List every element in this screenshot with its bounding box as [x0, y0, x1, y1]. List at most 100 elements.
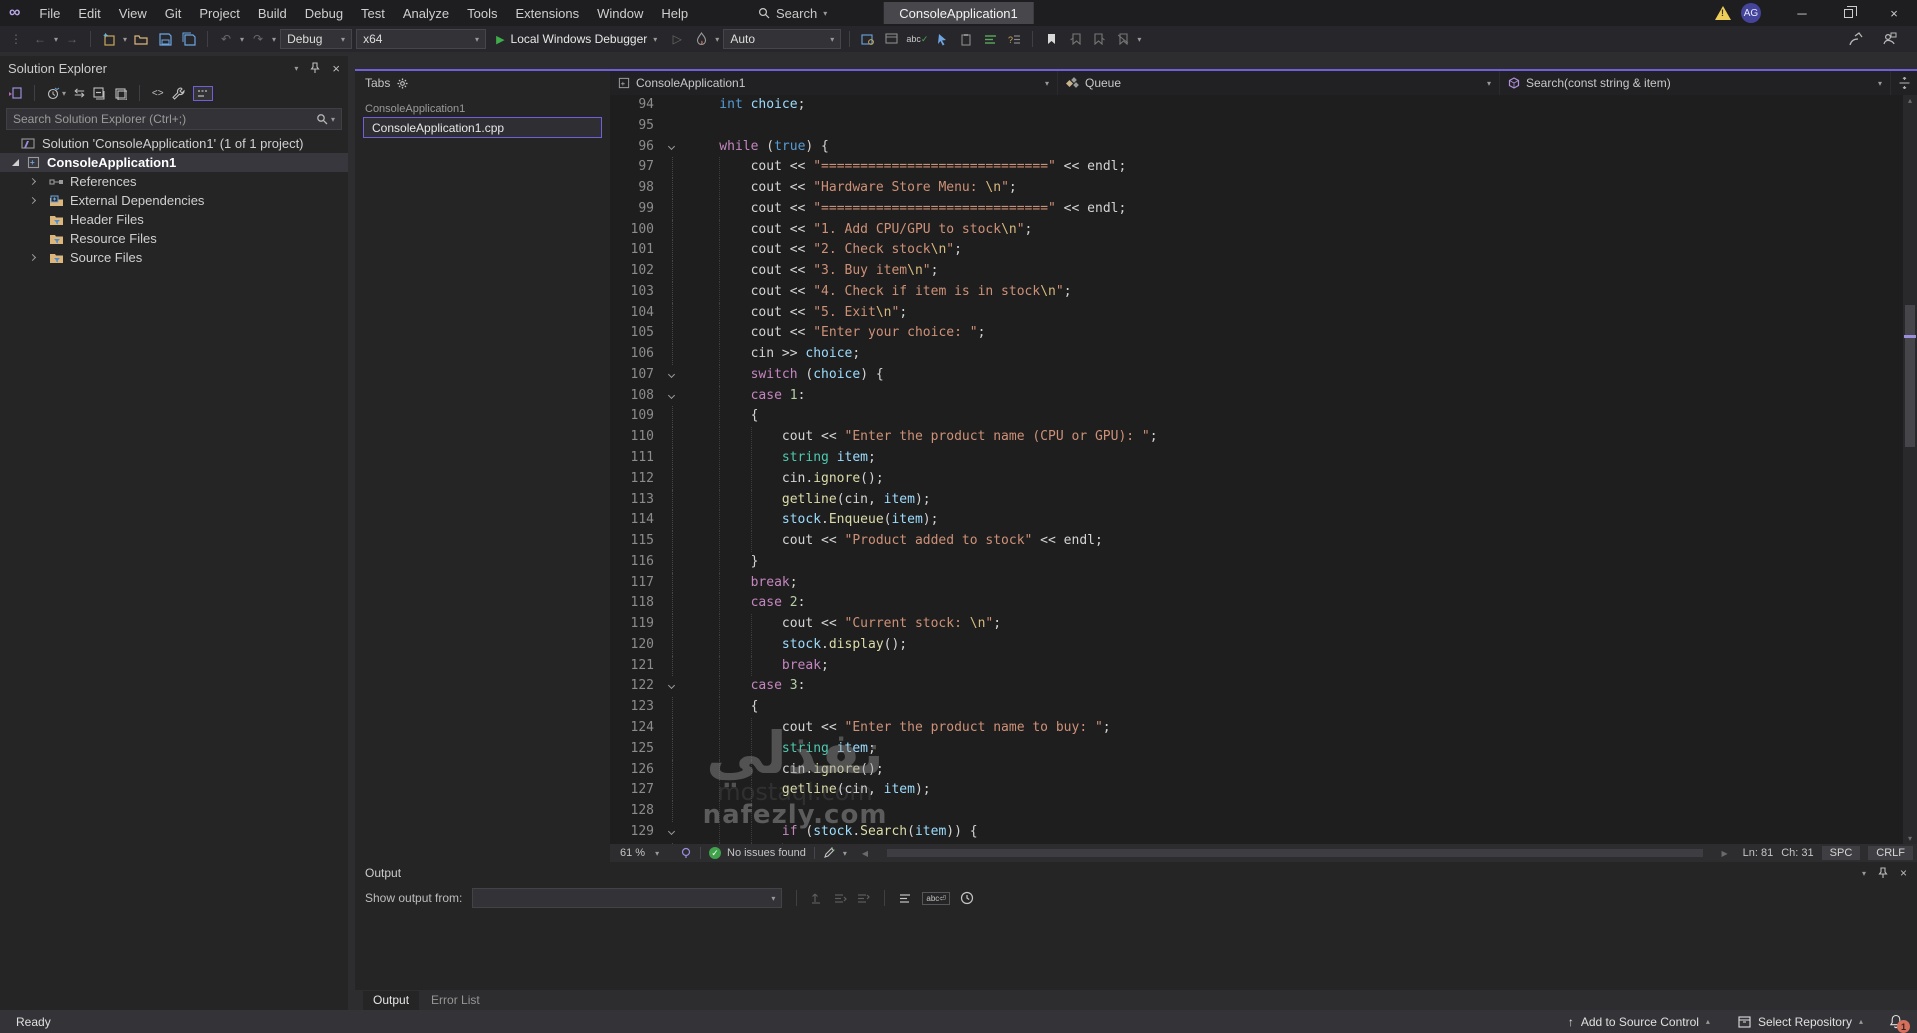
configuration-dropdown[interactable]: Debug ▾	[280, 29, 353, 49]
code-line-128[interactable]: 128	[610, 801, 1917, 822]
warning-icon[interactable]: !	[1715, 6, 1731, 20]
tree-item-project[interactable]: + ConsoleApplication1	[0, 153, 348, 172]
code-line-127[interactable]: 127 getline(cin, item);	[610, 780, 1917, 802]
scroll-down-icon[interactable]: ▾	[1903, 834, 1917, 843]
close-button[interactable]: ×	[1871, 0, 1917, 26]
menu-item-window[interactable]: Window	[588, 0, 652, 26]
close-panel-icon[interactable]: ×	[1900, 866, 1907, 880]
code-line-100[interactable]: 100 cout << "1. Add CPU/GPU to stock\n";	[610, 219, 1917, 241]
save-all-icon[interactable]	[179, 28, 199, 50]
window-position-icon[interactable]: ▾	[294, 64, 298, 73]
task-list-icon[interactable]	[980, 28, 1000, 50]
save-icon[interactable]	[155, 28, 175, 50]
tree-item-header-files[interactable]: Header Files	[0, 210, 348, 229]
horizontal-scrollbar[interactable]	[883, 848, 1707, 858]
code-line-115[interactable]: 115 cout << "Product added to stock" << e…	[610, 531, 1917, 552]
spell-check-icon[interactable]: abc ✓	[906, 28, 928, 50]
open-folder-icon[interactable]	[131, 28, 151, 50]
code-line-129[interactable]: 129 if (stock.Search(item)) {	[610, 821, 1917, 843]
code-line-119[interactable]: 119 cout << "Current stock: \n";	[610, 614, 1917, 635]
show-all-files-icon[interactable]	[192, 85, 213, 101]
issues-indicator[interactable]: ✓ No issues found	[709, 847, 806, 859]
code-line-101[interactable]: 101 cout << "2. Check stock\n";	[610, 240, 1917, 262]
hot-reload-icon[interactable]	[691, 28, 711, 50]
column-indicator[interactable]: Ch: 31	[1781, 847, 1813, 859]
code-line-118[interactable]: 118 case 2:	[610, 593, 1917, 615]
collapse-all-icon[interactable]	[93, 86, 106, 100]
search-box[interactable]: Search ▾	[758, 0, 827, 26]
health-indicator-icon[interactable]	[680, 847, 692, 859]
undo-icon[interactable]: ↶	[216, 28, 236, 50]
go-to-next-message-icon[interactable]	[857, 893, 871, 904]
chevron-down-icon[interactable]: ▾	[54, 35, 58, 44]
refresh-icon[interactable]: ⇆	[74, 85, 85, 101]
scroll-left-icon[interactable]: ◀	[855, 842, 875, 864]
output-header[interactable]: Output ▾ ×	[355, 862, 1917, 884]
tab-output[interactable]: Output	[363, 991, 420, 1010]
menu-item-edit[interactable]: Edit	[69, 0, 109, 26]
menu-item-analyze[interactable]: Analyze	[394, 0, 458, 26]
peek-definition-icon[interactable]	[858, 28, 878, 50]
vertical-scrollbar[interactable]: ▴ ▾	[1903, 95, 1917, 844]
previous-bookmark-icon[interactable]	[1065, 28, 1085, 50]
live-share-icon[interactable]	[1879, 28, 1899, 50]
menu-item-extensions[interactable]: Extensions	[507, 0, 589, 26]
code-line-103[interactable]: 103 cout << "4. Check if item is in stock…	[610, 281, 1917, 303]
code-line-125[interactable]: 125 string item;	[610, 738, 1917, 760]
clear-all-icon[interactable]	[899, 893, 912, 904]
tab-consoleapplication1-cpp[interactable]: ConsoleApplication1.cpp	[363, 117, 602, 138]
breadcrumb-member[interactable]: Search(const string & item) ▾	[1500, 71, 1891, 95]
zoom-dropdown[interactable]: 61 % ▾	[614, 847, 672, 859]
fold-chevron-icon[interactable]	[667, 370, 676, 378]
menu-item-tools[interactable]: Tools	[458, 0, 506, 26]
code-line-114[interactable]: 114 stock.Enqueue(item);	[610, 510, 1917, 532]
code-line-113[interactable]: 113 getline(cin, item);	[610, 489, 1917, 511]
clear-bookmarks-icon[interactable]	[1113, 28, 1133, 50]
line-indicator[interactable]: Ln: 81	[1743, 847, 1774, 859]
fold-chevron-icon[interactable]	[667, 682, 676, 690]
code-line-121[interactable]: 121 break;	[610, 655, 1917, 677]
code-line-112[interactable]: 112 cin.ignore();	[610, 468, 1917, 490]
pin-icon[interactable]	[1878, 867, 1888, 879]
collapse-arrow-icon[interactable]	[28, 253, 42, 262]
minimize-button[interactable]: ─	[1779, 0, 1825, 26]
attach-dropdown[interactable]: Auto ▾	[723, 29, 842, 49]
scroll-up-icon[interactable]: ▴	[1903, 96, 1917, 105]
code-line-97[interactable]: 97 cout << "=============================…	[610, 157, 1917, 179]
share-icon[interactable]	[1845, 28, 1865, 50]
next-bookmark-icon[interactable]	[1089, 28, 1109, 50]
code-line-124[interactable]: 124 cout << "Enter the product name to bu…	[610, 717, 1917, 739]
start-without-debugging-icon[interactable]: ▷	[667, 28, 687, 50]
code-line-108[interactable]: 108 case 1:	[610, 385, 1917, 407]
code-line-117[interactable]: 117 break;	[610, 572, 1917, 594]
timestamp-icon[interactable]	[960, 891, 974, 905]
comment-list-icon[interactable]: ?	[1004, 28, 1024, 50]
code-line-126[interactable]: 126 cin.ignore();	[610, 759, 1917, 781]
scroll-right-icon[interactable]: ▶	[1715, 842, 1735, 864]
toolbar-overflow-icon[interactable]: ▾	[1137, 35, 1141, 44]
code-line-96[interactable]: 96 while (true) {	[610, 137, 1917, 158]
code-line-95[interactable]: 95	[610, 116, 1917, 137]
chevron-down-icon[interactable]: ▾	[715, 35, 719, 44]
solution-explorer-search[interactable]: Search Solution Explorer (Ctrl+;) ▾	[6, 108, 342, 130]
collapse-arrow-icon[interactable]	[28, 177, 42, 186]
insert-mode-indicator[interactable]: SPC	[1821, 846, 1861, 860]
redo-icon[interactable]: ↷	[248, 28, 268, 50]
word-wrap-icon[interactable]: abc⏎	[922, 891, 950, 905]
menu-item-project[interactable]: Project	[190, 0, 248, 26]
window-position-icon[interactable]: ▾	[1862, 869, 1866, 878]
sync-active-document-icon[interactable]	[8, 86, 22, 100]
frame-window-icon[interactable]	[882, 28, 902, 50]
navigate-back-icon[interactable]: ←	[30, 28, 50, 50]
tree-item-source-files[interactable]: Source Files	[0, 248, 348, 267]
pending-window-icon[interactable]	[114, 87, 127, 100]
select-repository-button[interactable]: Select Repository ▴	[1738, 1015, 1863, 1029]
chevron-down-icon[interactable]: ▾	[272, 35, 276, 44]
code-line-98[interactable]: 98 cout << "Hardware Store Menu: \n";	[610, 178, 1917, 199]
fold-chevron-icon[interactable]	[667, 142, 676, 150]
menu-item-test[interactable]: Test	[352, 0, 394, 26]
collapse-arrow-icon[interactable]	[28, 196, 42, 205]
pending-changes-filter-icon[interactable]: ▾	[47, 87, 66, 100]
output-source-dropdown[interactable]: ▾	[472, 888, 783, 908]
paste-icon[interactable]	[956, 28, 976, 50]
